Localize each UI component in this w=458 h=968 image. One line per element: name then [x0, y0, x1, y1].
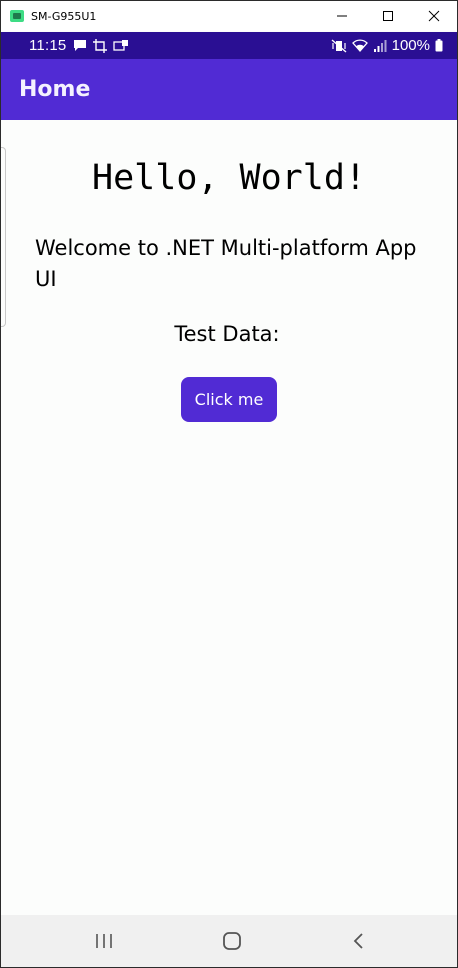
emulator-window: SM-G955U1 11:15 100% Home Hello, World! … [0, 0, 458, 968]
recents-button[interactable] [74, 915, 134, 967]
cast-icon [113, 39, 129, 51]
navigation-bar [1, 915, 457, 967]
app-bar: Home [1, 59, 457, 120]
back-button[interactable] [329, 915, 389, 967]
battery-icon [435, 39, 443, 52]
notification-icons [73, 38, 129, 53]
close-button[interactable] [411, 1, 457, 31]
home-icon [222, 932, 241, 950]
welcome-label: Welcome to .NET Multi-platform App UI [35, 236, 417, 291]
minimize-button[interactable] [319, 1, 365, 31]
recents-icon [96, 934, 112, 948]
message-icon [74, 40, 87, 51]
window-controls [319, 1, 457, 31]
maximize-icon [383, 11, 393, 21]
test-data-label: Test Data: [174, 322, 280, 346]
side-edge-handle[interactable] [1, 147, 6, 327]
wifi-icon [351, 39, 368, 52]
signal-icon [373, 39, 387, 52]
click-me-button[interactable]: Click me [181, 377, 277, 422]
page-title: Home [19, 77, 91, 102]
status-right-icons: 100% [331, 32, 443, 59]
home-button[interactable] [202, 915, 262, 967]
back-icon [353, 933, 363, 949]
battery-percent: 100% [391, 37, 430, 54]
window-title: SM-G955U1 [31, 9, 97, 23]
status-time: 11:15 [29, 37, 67, 54]
hello-headline: Hello, World! [92, 158, 366, 198]
minimize-icon [337, 15, 347, 17]
vibrate-mute-icon [331, 38, 347, 53]
window-title-bar[interactable]: SM-G955U1 [1, 1, 457, 31]
android-app-icon [10, 10, 24, 22]
main-content: Hello, World! Welcome to .NET Multi-plat… [1, 120, 457, 915]
status-bar: 11:15 100% [1, 32, 457, 59]
screenshot-icon [93, 38, 108, 53]
close-icon [428, 10, 440, 22]
maximize-button[interactable] [365, 1, 411, 31]
